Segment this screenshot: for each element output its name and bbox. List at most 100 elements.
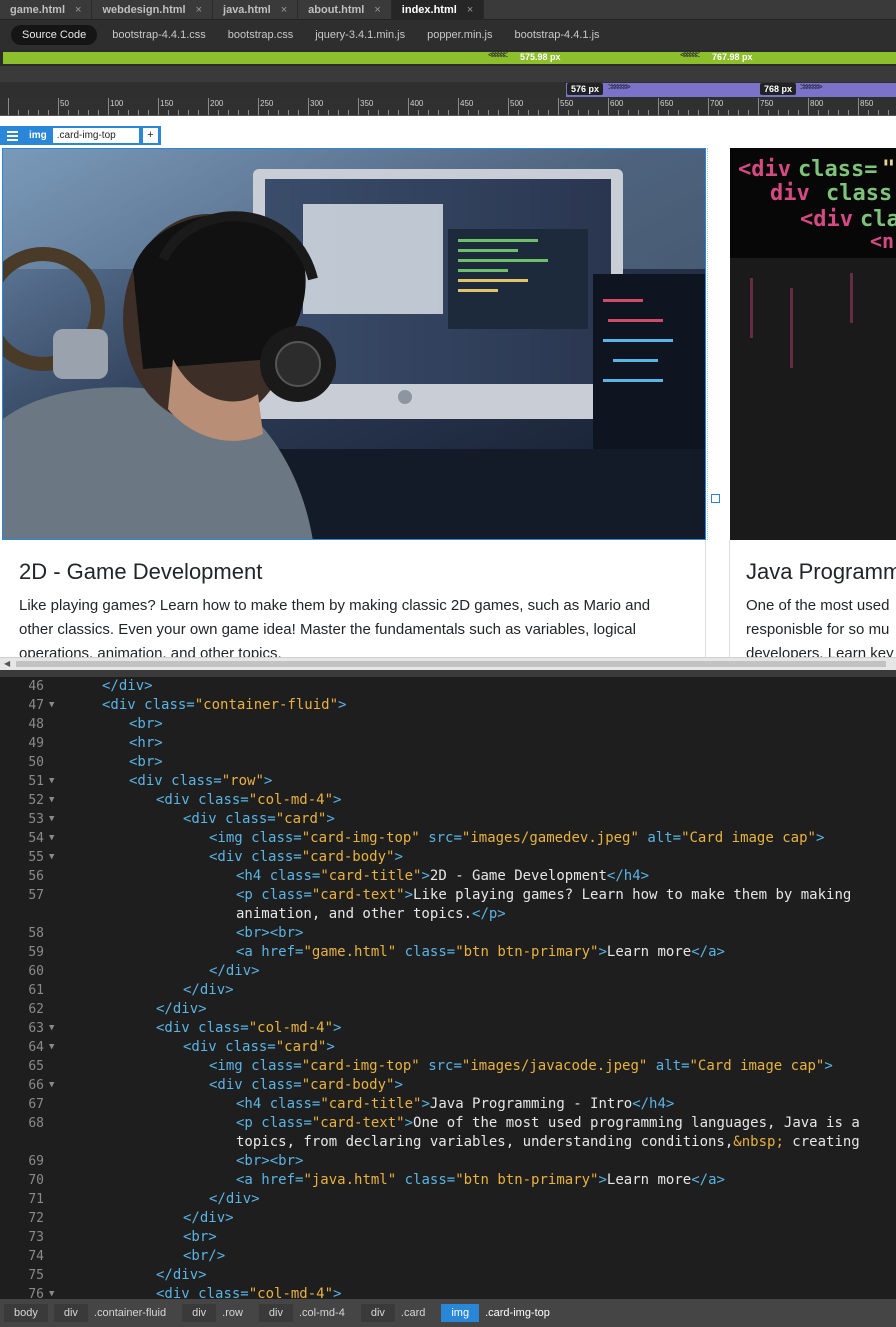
horizontal-scrollbar[interactable]: ◀	[0, 657, 896, 670]
breadcrumb-div[interactable]: div	[360, 1304, 395, 1322]
code-line[interactable]: </div>	[0, 1266, 896, 1285]
max-width-bar-fill[interactable]	[3, 52, 896, 64]
close-tab-icon[interactable]: ×	[75, 4, 81, 16]
media-query-label-min2[interactable]: 768 px	[760, 83, 797, 95]
code-line[interactable]: <hr>	[0, 734, 896, 753]
related-file[interactable]: jquery-3.4.1.min.js	[304, 25, 416, 45]
tab-webdesign-html[interactable]: webdesign.html ×	[92, 0, 214, 20]
ruler-label: 550	[560, 99, 574, 108]
code-line[interactable]: <h4 class="card-title">Java Programming …	[0, 1095, 896, 1114]
min-width-media-query-bar[interactable]: 576 px >>>>>>> 768 px >>>>>>>	[0, 82, 896, 98]
code-line[interactable]: <p class="card-text">One of the most use…	[0, 1114, 896, 1133]
code-line[interactable]: <div class="col-md-4">	[0, 1019, 896, 1038]
code-line[interactable]: <img class="card-img-top" src="images/ja…	[0, 1057, 896, 1076]
code-line[interactable]: <div class="card">	[0, 1038, 896, 1057]
ruler-tick	[788, 110, 789, 115]
add-class-button[interactable]: +	[142, 128, 158, 143]
breadcrumb-img-selected[interactable]: img	[441, 1304, 480, 1322]
breadcrumb-class[interactable]: .col-md-4	[299, 1304, 355, 1322]
breadcrumb-class[interactable]: .card-img-top	[485, 1304, 560, 1322]
scrollbar-thumb[interactable]	[16, 661, 886, 667]
code-line[interactable]: <br>	[0, 1228, 896, 1247]
code-line[interactable]: <br>	[0, 715, 896, 734]
ruler-label: 850	[860, 99, 874, 108]
ruler-tick	[368, 110, 369, 115]
code-line[interactable]: topics, from declaring variables, unders…	[0, 1133, 896, 1152]
code-line[interactable]: </div>	[0, 677, 896, 696]
breadcrumb-class[interactable]: .card	[401, 1304, 435, 1322]
resize-handle[interactable]	[711, 494, 720, 503]
code-line[interactable]: <br><br>	[0, 924, 896, 943]
element-class-field[interactable]: .card-img-top	[52, 128, 139, 143]
media-query-bar-empty[interactable]	[0, 66, 896, 82]
tab-game-html[interactable]: game.html ×	[0, 0, 93, 20]
code-token: <div	[183, 1039, 217, 1055]
related-file[interactable]: bootstrap-4.4.1.css	[101, 25, 217, 45]
code-line[interactable]: <div class="container-fluid">	[0, 696, 896, 715]
code-line[interactable]: <div class="card-body">	[0, 848, 896, 867]
code-line[interactable]: </div>	[0, 1209, 896, 1228]
code-view[interactable]: </div> <div class="container-fluid"> <br…	[0, 677, 896, 1299]
code-line-selected[interactable]: <img class="card-img-top" src="images/ga…	[0, 829, 896, 848]
fold-arrow-icon[interactable]: ▼	[49, 696, 54, 715]
code-line[interactable]: animation, and other topics.</p>	[0, 905, 896, 924]
fold-arrow-icon[interactable]: ▼	[49, 1038, 54, 1057]
code-line[interactable]: <br/>	[0, 1247, 896, 1266]
breadcrumb-div[interactable]: div	[53, 1304, 88, 1322]
breadcrumb-div[interactable]: div	[182, 1304, 217, 1322]
media-query-label-min1[interactable]: 576 px	[567, 83, 604, 95]
code-line[interactable]: <br><br>	[0, 1152, 896, 1171]
breadcrumb-div[interactable]: div	[258, 1304, 293, 1322]
code-line[interactable]: <a href="game.html" class="btn btn-prima…	[0, 943, 896, 962]
close-tab-icon[interactable]: ×	[374, 4, 380, 16]
close-tab-icon[interactable]: ×	[281, 4, 287, 16]
code-line[interactable]: <h4 class="card-title">2D - Game Develop…	[0, 867, 896, 886]
code-line[interactable]: </div>	[0, 1000, 896, 1019]
code-line[interactable]: </div>	[0, 962, 896, 981]
code-line[interactable]: <div class="card">	[0, 810, 896, 829]
tab-index-html[interactable]: index.html ×	[391, 0, 485, 20]
code-token: >	[394, 1077, 403, 1093]
breadcrumb-body[interactable]: body	[4, 1304, 48, 1322]
fold-arrow-icon[interactable]: ▼	[49, 810, 54, 829]
tab-java-html[interactable]: java.html ×	[213, 0, 299, 20]
code-line[interactable]: <p class="card-text">Like playing games?…	[0, 886, 896, 905]
code-token: <h4	[236, 1096, 262, 1112]
fold-arrow-icon[interactable]: ▼	[49, 829, 54, 848]
related-file[interactable]: bootstrap-4.4.1.js	[504, 25, 611, 45]
related-file[interactable]: popper.min.js	[416, 25, 503, 45]
code-line[interactable]: <br>	[0, 753, 896, 772]
code-line[interactable]: <div class="col-md-4">	[0, 791, 896, 810]
close-tab-icon[interactable]: ×	[467, 4, 473, 16]
max-width-media-query-bar[interactable]: <<<<<< 575.98 px <<<<<< 767.98 px	[0, 50, 896, 66]
scroll-left-icon[interactable]: ◀	[4, 659, 10, 668]
fold-arrow-icon[interactable]: ▼	[49, 1076, 54, 1095]
card-image-gamedev[interactable]	[2, 148, 706, 540]
line-number: 46	[28, 679, 44, 694]
breadcrumb-class[interactable]: .row	[222, 1304, 253, 1322]
card-image-javacode[interactable]: <div class= "co div class <div cla <n	[730, 148, 896, 540]
close-tab-icon[interactable]: ×	[196, 4, 202, 16]
code-line[interactable]: </div>	[0, 981, 896, 1000]
code-line[interactable]: </div>	[0, 1190, 896, 1209]
ruler-label: 750	[760, 99, 774, 108]
related-file[interactable]: bootstrap.css	[217, 25, 304, 45]
code-line[interactable]: <div class="row">	[0, 772, 896, 791]
media-query-label-max2[interactable]: 767.98 px	[708, 51, 757, 63]
tab-about-html[interactable]: about.html ×	[298, 0, 392, 20]
fold-arrow-icon[interactable]: ▼	[49, 848, 54, 867]
media-query-label-max1[interactable]: 575.98 px	[516, 51, 565, 63]
breadcrumb-class[interactable]: .container-fluid	[94, 1304, 176, 1322]
fold-arrow-icon[interactable]: ▼	[49, 1285, 54, 1299]
view-splitter[interactable]	[0, 670, 896, 677]
hamburger-menu-icon[interactable]	[1, 127, 23, 144]
code-line[interactable]: <div class="card-body">	[0, 1076, 896, 1095]
fold-arrow-icon[interactable]: ▼	[49, 1019, 54, 1038]
related-file-source-code[interactable]: Source Code	[11, 25, 98, 45]
fold-arrow-icon[interactable]: ▼	[49, 791, 54, 810]
code-line[interactable]: <div class="col-md-4">	[0, 1285, 896, 1299]
tag-selector-bar: body div .container-fluid div .row div .…	[0, 1299, 896, 1327]
fold-arrow-icon[interactable]: ▼	[49, 772, 54, 791]
line-number: 76	[28, 1287, 44, 1299]
code-line[interactable]: <a href="java.html" class="btn btn-prima…	[0, 1171, 896, 1190]
